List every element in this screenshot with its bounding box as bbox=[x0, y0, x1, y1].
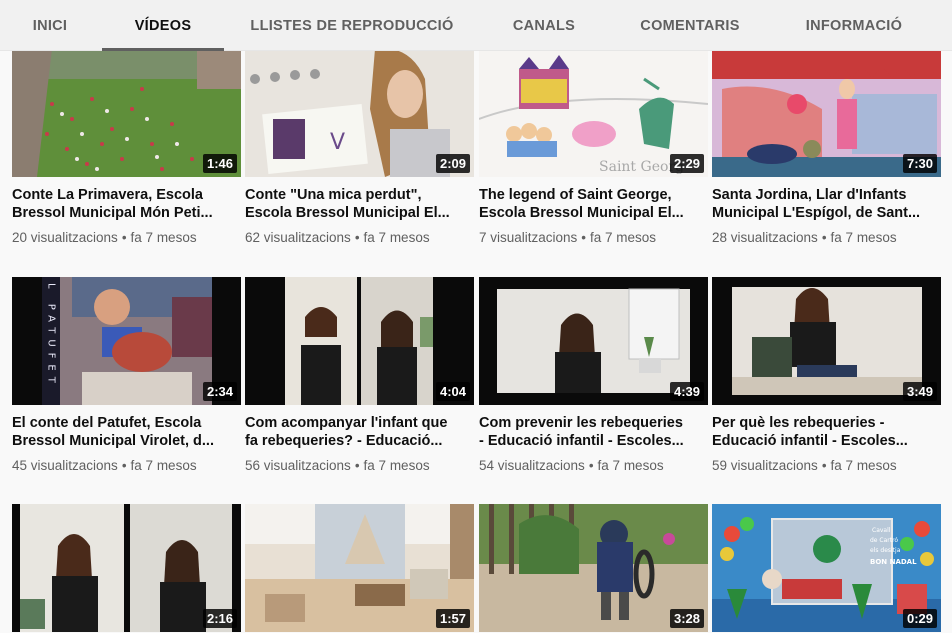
view-count: 62 visualitzacions bbox=[245, 230, 351, 245]
tab-inici[interactable]: INICI bbox=[20, 0, 80, 50]
video-thumbnail[interactable]: 4:39 bbox=[479, 277, 708, 405]
tab-playlists[interactable]: LLISTES DE REPRODUCCIÓ bbox=[248, 0, 456, 50]
greeting-line-3: els desitja bbox=[870, 547, 901, 554]
video-title[interactable]: Conte "Una mica perdut", Escola Bressol … bbox=[245, 186, 474, 222]
video-title[interactable]: Santa Jordina, Llar d'Infants Municipal … bbox=[712, 186, 941, 222]
thumbnail-vertical-text: L PATUFET bbox=[46, 283, 57, 389]
video-thumbnail[interactable]: 7:30 bbox=[712, 49, 941, 177]
video-duration: 2:29 bbox=[669, 154, 704, 173]
view-count: 7 visualitzacions bbox=[479, 230, 578, 245]
video-thumbnail[interactable]: Saint Georg 2:29 bbox=[479, 49, 708, 177]
video-duration: 2:16 bbox=[202, 609, 237, 628]
video-duration: 7:30 bbox=[902, 154, 937, 173]
video-grid: 1:46 Conte La Primavera, Escola Bressol … bbox=[0, 0, 952, 633]
video-title[interactable]: Per què les rebequeries - Educació infan… bbox=[712, 414, 941, 450]
video-duration: 4:39 bbox=[669, 382, 704, 401]
separator-dot: • bbox=[121, 230, 127, 245]
video-duration: 2:34 bbox=[202, 382, 237, 401]
tab-about[interactable]: INFORMACIÓ bbox=[792, 0, 916, 50]
view-count: 28 visualitzacions bbox=[712, 230, 818, 245]
video-duration: 3:49 bbox=[902, 382, 937, 401]
upload-age: fa 7 mesos bbox=[363, 458, 430, 473]
video-title[interactable]: El conte del Patufet, Escola Bressol Mun… bbox=[12, 414, 241, 450]
video-meta: 7 visualitzacions • fa 7 mesos bbox=[479, 230, 719, 245]
video-title[interactable]: The legend of Saint George, Escola Bress… bbox=[479, 186, 708, 222]
video-thumbnail[interactable]: 1:57 bbox=[245, 504, 474, 632]
view-count: 56 visualitzacions bbox=[245, 458, 351, 473]
video-thumbnail[interactable]: Cavall de Cartró els desitja BON NADAL 0… bbox=[712, 504, 941, 632]
upload-age: fa 7 mesos bbox=[130, 230, 197, 245]
greeting-line-2: de Cartró bbox=[870, 537, 898, 544]
view-count: 59 visualitzacions bbox=[712, 458, 818, 473]
video-thumbnail[interactable]: V 2:09 bbox=[245, 49, 474, 177]
upload-age: fa 7 mesos bbox=[830, 458, 897, 473]
upload-age: fa 7 mesos bbox=[130, 458, 197, 473]
tab-channels[interactable]: CANALS bbox=[498, 0, 590, 50]
separator-dot: • bbox=[354, 230, 360, 245]
tab-comments[interactable]: COMENTARIS bbox=[630, 0, 750, 50]
upload-age: fa 7 mesos bbox=[830, 230, 897, 245]
video-meta: 28 visualitzacions • fa 7 mesos bbox=[712, 230, 952, 245]
video-meta: 45 visualitzacions • fa 7 mesos bbox=[12, 458, 252, 473]
upload-age: fa 7 mesos bbox=[597, 458, 664, 473]
video-title[interactable]: Conte La Primavera, Escola Bressol Munic… bbox=[12, 186, 241, 222]
video-thumbnail[interactable]: 1:46 bbox=[12, 49, 241, 177]
upload-age: fa 7 mesos bbox=[590, 230, 657, 245]
greeting-line-4: BON NADAL bbox=[870, 558, 917, 566]
view-count: 20 visualitzacions bbox=[12, 230, 118, 245]
video-duration: 1:46 bbox=[202, 154, 237, 173]
video-thumbnail[interactable]: L PATUFET 2:34 bbox=[12, 277, 241, 405]
video-duration: 4:04 bbox=[435, 382, 470, 401]
video-meta: 59 visualitzacions • fa 7 mesos bbox=[712, 458, 952, 473]
video-duration: 2:09 bbox=[435, 154, 470, 173]
video-duration: 1:57 bbox=[435, 609, 470, 628]
video-meta: 20 visualitzacions • fa 7 mesos bbox=[12, 230, 252, 245]
svg-text:V: V bbox=[330, 130, 345, 155]
video-meta: 62 visualitzacions • fa 7 mesos bbox=[245, 230, 485, 245]
separator-dot: • bbox=[588, 458, 594, 473]
separator-dot: • bbox=[821, 230, 827, 245]
video-duration: 3:28 bbox=[669, 609, 704, 628]
video-thumbnail[interactable]: 3:49 bbox=[712, 277, 941, 405]
channel-tab-bar: INICI VÍDEOS LLISTES DE REPRODUCCIÓ CANA… bbox=[0, 0, 952, 51]
upload-age: fa 7 mesos bbox=[363, 230, 430, 245]
video-thumbnail[interactable]: 4:04 bbox=[245, 277, 474, 405]
video-meta: 56 visualitzacions • fa 7 mesos bbox=[245, 458, 485, 473]
video-thumbnail[interactable]: 2:16 bbox=[12, 504, 241, 632]
separator-dot: • bbox=[581, 230, 587, 245]
view-count: 45 visualitzacions bbox=[12, 458, 118, 473]
separator-dot: • bbox=[121, 458, 127, 473]
video-title[interactable]: Com acompanyar l'infant que fa rebequeri… bbox=[245, 414, 474, 450]
video-duration: 0:29 bbox=[902, 609, 937, 628]
video-thumbnail[interactable]: 3:28 bbox=[479, 504, 708, 632]
tab-videos[interactable]: VÍDEOS bbox=[102, 0, 224, 51]
video-title[interactable]: Com prevenir les rebequeries - Educació … bbox=[479, 414, 708, 450]
view-count: 54 visualitzacions bbox=[479, 458, 585, 473]
separator-dot: • bbox=[821, 458, 827, 473]
video-meta: 54 visualitzacions • fa 7 mesos bbox=[479, 458, 719, 473]
separator-dot: • bbox=[354, 458, 360, 473]
greeting-line-1: Cavall bbox=[872, 527, 891, 534]
